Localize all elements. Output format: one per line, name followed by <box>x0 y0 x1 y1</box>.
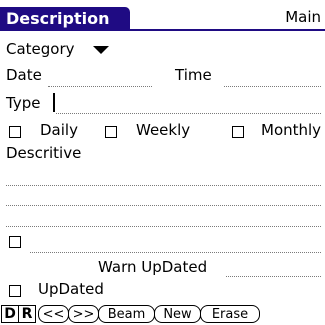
descritive-label: Descritive <box>6 144 82 162</box>
updated-checkbox[interactable] <box>9 285 21 297</box>
new-button[interactable]: New <box>154 305 201 323</box>
category-label: Category <box>6 40 75 58</box>
daily-label: Daily <box>40 121 78 139</box>
form-title: Description <box>0 7 130 30</box>
text-cursor <box>53 93 55 112</box>
date-field[interactable] <box>48 86 152 87</box>
updated-label: UpDated <box>38 280 104 298</box>
descritive-line-3[interactable] <box>6 226 321 227</box>
category-menu-main[interactable]: Main <box>285 8 321 26</box>
monthly-checkbox[interactable] <box>232 126 244 138</box>
warn-updated-field[interactable] <box>226 276 321 277</box>
warn-checkbox[interactable] <box>9 236 21 248</box>
daily-checkbox[interactable] <box>9 126 21 138</box>
warn-field[interactable] <box>30 252 321 253</box>
monthly-label: Monthly <box>261 121 322 139</box>
date-label: Date <box>6 66 42 84</box>
next-button[interactable]: >> <box>68 305 99 323</box>
type-field[interactable] <box>56 113 321 114</box>
erase-button[interactable]: Erase <box>200 305 260 323</box>
d-button[interactable]: D <box>1 305 19 323</box>
time-label: Time <box>175 66 212 84</box>
weekly-label: Weekly <box>136 121 191 139</box>
descritive-line-1[interactable] <box>6 185 321 186</box>
weekly-checkbox[interactable] <box>105 126 117 138</box>
r-button[interactable]: R <box>18 305 36 323</box>
chevron-down-icon[interactable] <box>93 46 109 54</box>
beam-button[interactable]: Beam <box>98 305 155 323</box>
prev-button[interactable]: << <box>38 305 69 323</box>
title-underline <box>0 29 325 31</box>
descritive-line-2[interactable] <box>6 205 321 206</box>
time-field[interactable] <box>224 86 321 87</box>
type-label: Type <box>6 94 41 112</box>
warn-updated-label: Warn UpDated <box>98 258 208 276</box>
